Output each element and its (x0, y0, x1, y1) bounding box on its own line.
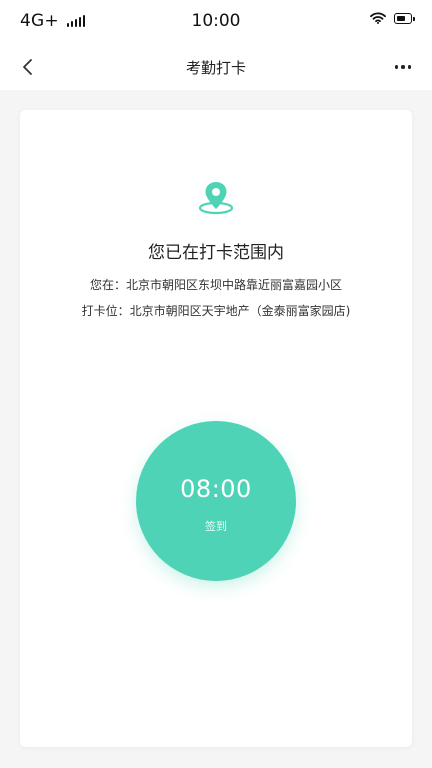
range-status-title: 您已在打卡范围内 (148, 243, 284, 263)
more-button[interactable] (388, 52, 418, 82)
checkpoint-location-text: 打卡位：北京市朝阳区天宇地产（金泰丽富家园店) (81, 304, 351, 318)
page-title: 考勤打卡 (185, 59, 246, 77)
more-dot (401, 65, 405, 69)
more-dot (407, 65, 412, 69)
status-bar: 4G+ 10:00 (0, 0, 432, 44)
checkin-time: 08:00 (180, 475, 252, 503)
checkin-button[interactable]: 08:00 签到 (136, 421, 296, 581)
more-dot (394, 65, 399, 69)
checkin-card: 您已在打卡范围内 您在：北京市朝阳区东坝中路靠近丽富嘉园小区 打卡位：北京市朝阳… (20, 110, 412, 747)
battery-cap (413, 16, 415, 21)
status-time: 10:00 (191, 11, 241, 31)
status-right (370, 12, 415, 24)
location-pin-icon (198, 182, 234, 215)
battery-fill (397, 15, 405, 21)
wifi-icon (370, 12, 386, 24)
navigation-bar: 考勤打卡 (0, 44, 432, 90)
battery-icon (394, 12, 415, 24)
checkin-label: 签到 (205, 520, 227, 533)
current-location-text: 您在：北京市朝阳区东坝中路靠近丽富嘉园小区 (89, 278, 342, 292)
